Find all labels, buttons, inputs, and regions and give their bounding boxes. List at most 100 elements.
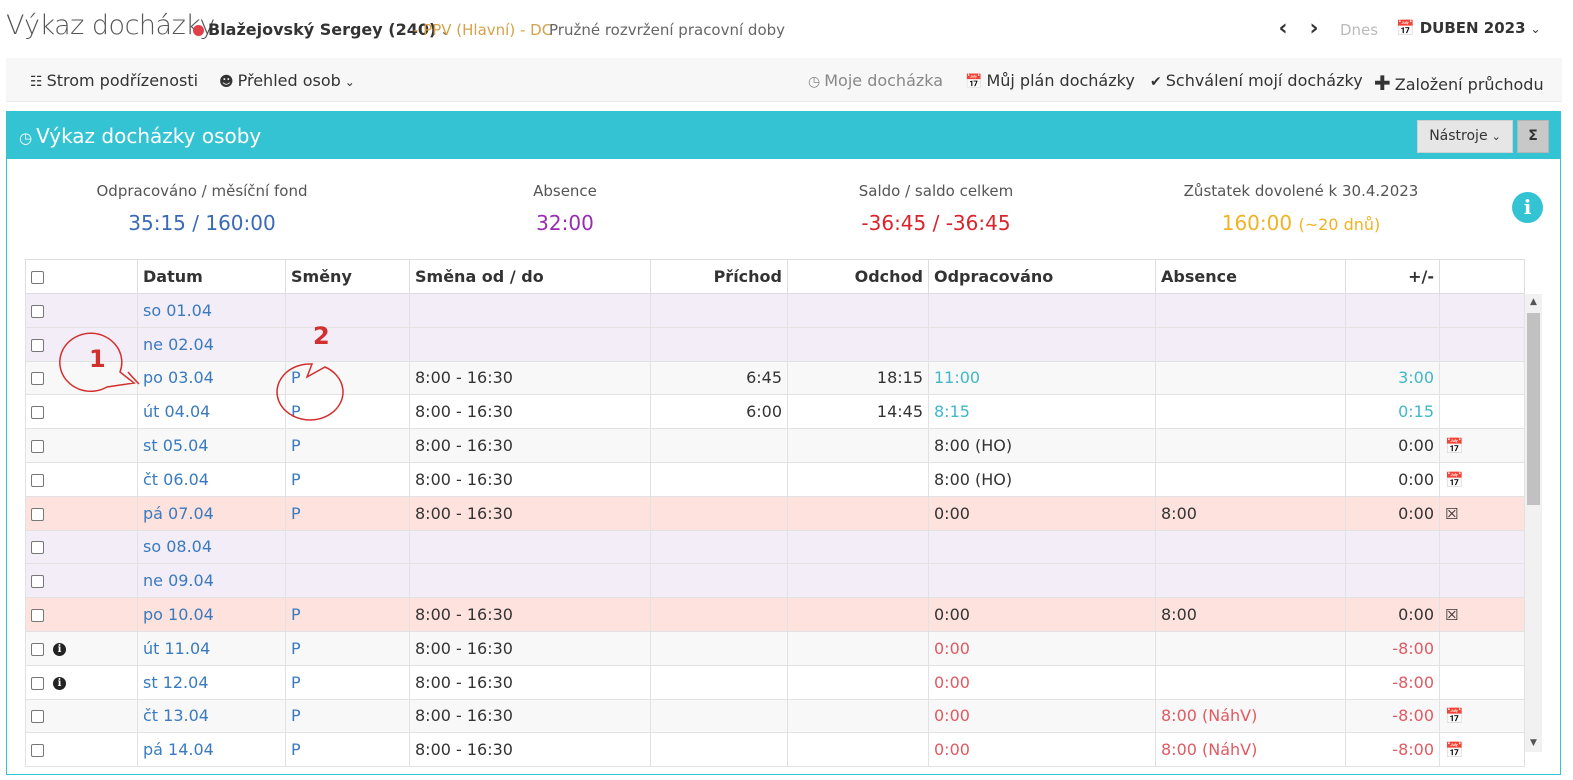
my-plan-button[interactable]: 📅 Můj plán docházky — [965, 71, 1135, 90]
stat-vacation-label: Zůstatek dovolené k 30.4.2023 — [1183, 182, 1419, 200]
calendar-icon[interactable]: 📅 — [1445, 741, 1464, 759]
table-row[interactable]: po 10.04 P 8:00 - 16:30 0:00 8:00 0:00 ☒ — [25, 597, 1525, 632]
shift-cell[interactable]: P — [285, 428, 410, 463]
date-cell[interactable]: pá 14.04 — [137, 732, 286, 768]
row-checkbox[interactable] — [31, 473, 44, 487]
shift-cell[interactable] — [285, 326, 410, 362]
col-header-arrival[interactable]: Příchod — [650, 259, 788, 294]
col-header-shifts[interactable]: Směny — [285, 259, 410, 294]
calendar-icon[interactable]: 📅 — [1445, 471, 1464, 489]
stat-vacation: Zůstatek dovolené k 30.4.2023 160:00 (~2… — [1181, 182, 1421, 235]
today-link[interactable]: Dnes — [1340, 21, 1378, 39]
shift-range-cell: 8:00 - 16:30 — [409, 495, 651, 531]
date-cell[interactable]: ne 02.04 — [137, 326, 286, 362]
row-checkbox[interactable] — [31, 744, 44, 758]
info-icon[interactable]: i — [1512, 192, 1543, 223]
row-checkbox[interactable] — [31, 338, 44, 352]
shift-cell[interactable] — [285, 563, 410, 599]
row-checkbox[interactable] — [31, 406, 44, 420]
create-pass-button[interactable]: ✚ Založení průchodu — [1374, 71, 1544, 95]
row-checkbox[interactable] — [31, 507, 44, 521]
calendar-icon[interactable]: 📅 — [1445, 707, 1464, 725]
row-checkbox[interactable] — [31, 541, 44, 555]
row-checkbox[interactable] — [31, 304, 44, 318]
diff-cell: -8:00 — [1345, 732, 1440, 768]
diff-cell — [1345, 293, 1440, 328]
scroll-up-icon[interactable]: ▲ — [1525, 294, 1542, 311]
sigma-button[interactable]: Σ — [1517, 120, 1549, 153]
shift-cell[interactable]: P — [285, 664, 410, 700]
row-checkbox[interactable] — [31, 710, 44, 724]
date-cell[interactable]: út 04.04 — [137, 394, 286, 430]
shift-cell[interactable]: P — [285, 394, 410, 430]
date-cell[interactable]: po 10.04 — [137, 597, 286, 632]
calendar-x-icon[interactable]: ☒ — [1445, 606, 1458, 624]
shift-cell[interactable]: P — [285, 698, 410, 734]
date-cell[interactable]: so 08.04 — [137, 529, 286, 565]
col-header-diff[interactable]: +/- — [1345, 259, 1440, 294]
tools-dropdown-button[interactable]: Nástroje ⌄ — [1417, 120, 1513, 153]
row-checkbox[interactable] — [31, 642, 44, 656]
table-row[interactable]: i st 12.04 P 8:00 - 16:30 0:00 -8:00 — [25, 664, 1525, 700]
table-row[interactable]: st 05.04 P 8:00 - 16:30 8:00 (HO) 0:00 📅 — [25, 428, 1525, 463]
table-row[interactable]: ne 02.04 — [25, 326, 1525, 362]
info-icon[interactable]: i — [53, 676, 66, 690]
table-row[interactable]: so 01.04 — [25, 293, 1525, 328]
subordinate-tree-button[interactable]: ☷ Strom podřízenosti — [30, 71, 198, 90]
table-row[interactable]: so 08.04 — [25, 529, 1525, 565]
shift-cell[interactable]: P — [285, 630, 410, 666]
departure-cell — [787, 293, 929, 328]
date-cell[interactable]: st 12.04 — [137, 664, 286, 700]
calendar-icon[interactable]: 📅 — [1445, 437, 1464, 455]
col-header-worked[interactable]: Odpracováno — [928, 259, 1156, 294]
my-approval-label: Schválení mojí docházky — [1165, 71, 1363, 90]
my-approval-button[interactable]: ✔ Schválení mojí docházky — [1150, 71, 1363, 90]
table-row[interactable]: i út 11.04 P 8:00 - 16:30 0:00 -8:00 — [25, 630, 1525, 666]
table-row[interactable]: čt 06.04 P 8:00 - 16:30 8:00 (HO) 0:00 📅 — [25, 461, 1525, 497]
scroll-down-icon[interactable]: ▼ — [1525, 735, 1542, 752]
table-row[interactable]: út 04.04 P 8:00 - 16:30 6:00 14:45 8:15 0:15 — [25, 394, 1525, 430]
my-attendance-button[interactable]: ◷ Moje docházka — [808, 71, 943, 90]
table-row[interactable]: pá 14.04 P 8:00 - 16:30 0:00 8:00 (NáhV) -8:0… — [25, 732, 1525, 768]
table-scrollbar[interactable]: ▲ ▼ — [1525, 294, 1542, 752]
date-cell[interactable]: ne 09.04 — [137, 563, 286, 599]
shift-cell[interactable] — [285, 293, 410, 328]
date-cell[interactable]: st 05.04 — [137, 428, 286, 463]
people-overview-button[interactable]: ☻ Přehled osob ⌄ — [219, 71, 355, 90]
date-cell[interactable]: so 01.04 — [137, 293, 286, 328]
row-checkbox[interactable] — [31, 676, 44, 690]
panel-title: ◷ Výkaz docházky osoby — [19, 124, 261, 148]
table-row[interactable]: pá 07.04 P 8:00 - 16:30 0:00 8:00 0:00 ☒ — [25, 495, 1525, 531]
col-header-shift-range[interactable]: Směna od / do — [409, 259, 651, 294]
col-header-departure[interactable]: Odchod — [787, 259, 929, 294]
shift-cell[interactable]: P — [285, 495, 410, 531]
row-checkbox[interactable] — [31, 372, 44, 386]
col-header-date[interactable]: Datum — [137, 259, 286, 294]
worked-cell: 0:00 — [928, 732, 1156, 768]
date-cell[interactable]: čt 06.04 — [137, 461, 286, 497]
info-icon[interactable]: i — [53, 642, 66, 656]
select-all-checkbox[interactable] — [31, 271, 44, 284]
shift-cell[interactable]: P — [285, 360, 410, 396]
month-selector[interactable]: 📅 DUBEN 2023 ⌄ — [1396, 19, 1541, 37]
row-checkbox[interactable] — [31, 609, 44, 623]
previous-month-icon[interactable]: ‹ — [1273, 16, 1293, 41]
date-cell[interactable]: pá 07.04 — [137, 495, 286, 531]
departure-cell — [787, 461, 929, 497]
shift-cell[interactable]: P — [285, 461, 410, 497]
next-month-icon[interactable]: › — [1304, 16, 1324, 41]
row-checkbox[interactable] — [31, 440, 44, 454]
date-cell[interactable]: po 03.04 — [137, 360, 286, 396]
table-row[interactable]: ne 09.04 — [25, 563, 1525, 599]
date-cell[interactable]: út 11.04 — [137, 630, 286, 666]
date-cell[interactable]: čt 13.04 — [137, 698, 286, 734]
shift-cell[interactable]: P — [285, 732, 410, 768]
table-row[interactable]: po 03.04 P 8:00 - 16:30 6:45 18:15 11:00 3:00 — [25, 360, 1525, 396]
shift-cell[interactable]: P — [285, 597, 410, 632]
scrollbar-thumb[interactable] — [1527, 313, 1540, 505]
calendar-x-icon[interactable]: ☒ — [1445, 505, 1458, 523]
col-header-absence[interactable]: Absence — [1155, 259, 1346, 294]
table-row[interactable]: čt 13.04 P 8:00 - 16:30 0:00 8:00 (NáhV) -8:0… — [25, 698, 1525, 734]
row-checkbox[interactable] — [31, 575, 44, 589]
shift-cell[interactable] — [285, 529, 410, 565]
